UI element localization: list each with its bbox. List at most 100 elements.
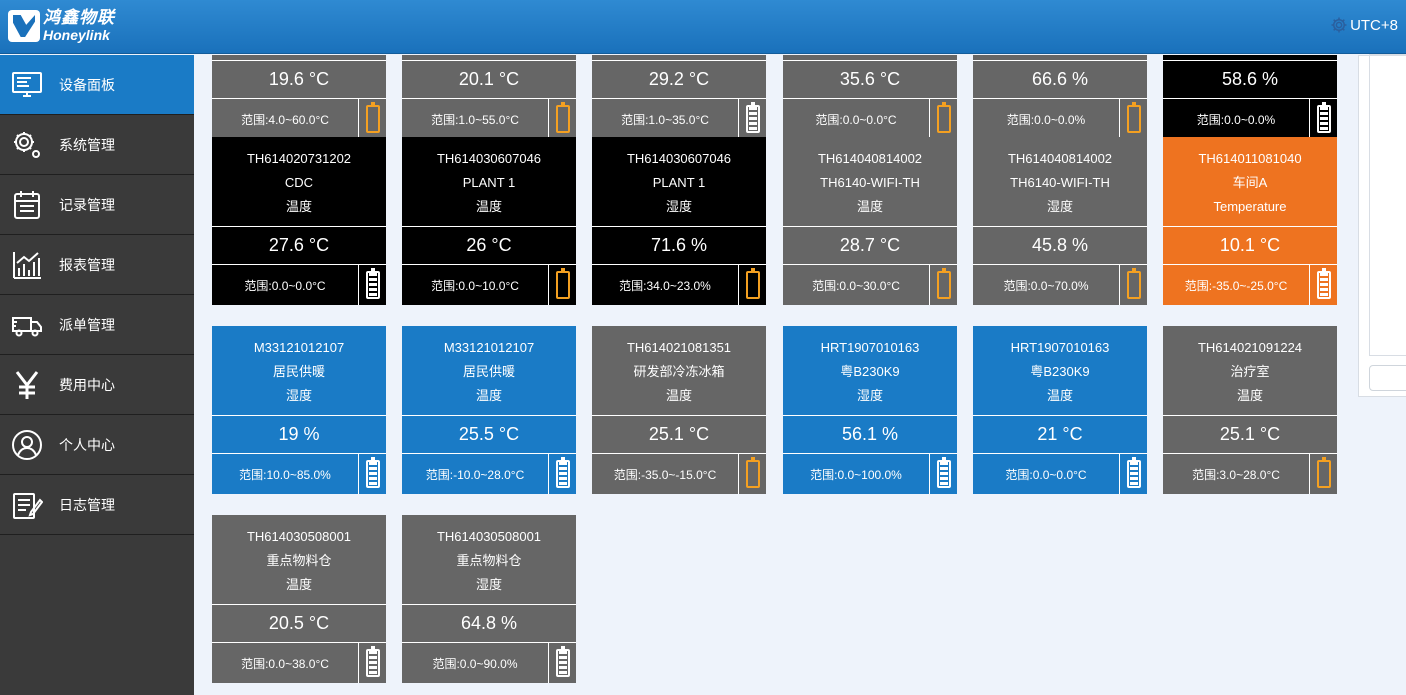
device-id: TH614040814002: [817, 151, 923, 166]
device-range: 范围:-35.0~-15.0°C: [613, 467, 717, 482]
device-card[interactable]: TH614030508001 重点物料仓 温度 20.5 °C 范围:0.0~38.…: [212, 515, 386, 683]
sidebar-item-device-panel[interactable]: 设备面板: [0, 55, 194, 115]
device-card[interactable]: 58.6 % 范围:0.0~0.0%: [1163, 55, 1337, 139]
sidebar-item-reports[interactable]: 报表管理: [0, 235, 194, 295]
device-card[interactable]: TH614030607046 PLANT 1 湿度 71.6 % 范围:34.0~2…: [592, 137, 766, 305]
device-name: 重点物料仓: [266, 553, 332, 568]
logo-text-cn: 鸿鑫物联: [43, 8, 115, 28]
sidebar-item-billing[interactable]: 费用中心: [0, 355, 194, 415]
battery-low-icon: [936, 268, 951, 299]
sidebar-item-system[interactable]: 系统管理: [0, 115, 194, 175]
device-card[interactable]: TH614040814002 TH6140-WIFI-TH 湿度 45.8 % 范围…: [973, 137, 1147, 305]
device-value: 64.8 %: [402, 604, 576, 643]
device-name: 车间A: [1232, 175, 1268, 190]
device-name: 粤B230K9: [840, 364, 900, 379]
sidebar-item-label: 派单管理: [59, 317, 115, 334]
device-id: TH614040814002: [1007, 151, 1113, 166]
device-range: 范围:0.0~100.0%: [810, 467, 902, 482]
device-value: 19 %: [212, 415, 386, 454]
battery-full-icon: [1126, 457, 1141, 488]
battery-low-icon: [1126, 102, 1141, 133]
device-id: M33121012107: [253, 340, 345, 355]
device-name: TH6140-WIFI-TH: [1010, 175, 1110, 190]
sidebar-item-logs[interactable]: 日志管理: [0, 475, 194, 535]
device-range: 范围:34.0~23.0%: [619, 278, 711, 293]
device-range: 范围:10.0~85.0%: [239, 467, 331, 482]
device-value: 10.1 °C: [1163, 226, 1337, 265]
device-name: 居民供暖: [462, 364, 515, 379]
device-id: TH614030607046: [626, 151, 732, 166]
device-id: TH614021081351: [626, 340, 732, 355]
device-range: 范围:0.0~38.0°C: [241, 656, 329, 671]
side-panel-button[interactable]: [1369, 365, 1406, 391]
device-card[interactable]: 20.1 °C 范围:1.0~55.0°C: [402, 55, 576, 139]
sidebar-item-label: 费用中心: [59, 377, 115, 394]
device-card[interactable]: TH614021081351 研发部冷冻冰箱 温度 25.1 °C 范围:-35.0…: [592, 326, 766, 494]
device-value: 66.6 %: [973, 60, 1147, 99]
device-card[interactable]: TH614021091224 治疗室 温度 25.1 °C 范围:3.0~28.0°…: [1163, 326, 1337, 494]
device-name: 治疗室: [1230, 364, 1270, 379]
timezone-selector[interactable]: UTC+8: [1330, 16, 1398, 34]
sidebar-item-label: 系统管理: [59, 137, 115, 154]
device-range: 范围:0.0~10.0°C: [431, 278, 519, 293]
battery-full-icon: [1316, 102, 1331, 133]
device-value: 45.8 %: [973, 226, 1147, 265]
device-card[interactable]: 35.6 °C 范围:0.0~0.0°C: [783, 55, 957, 139]
device-type: 湿度: [1046, 199, 1073, 214]
device-range: 范围:0.0~30.0°C: [812, 278, 900, 293]
device-type: 湿度: [475, 577, 502, 592]
battery-low-icon: [365, 102, 380, 133]
device-card[interactable]: TH614011081040 车间A Temperature 10.1 °C 范围:…: [1163, 137, 1337, 305]
device-range: 范围:1.0~35.0°C: [621, 112, 709, 127]
device-name: CDC: [284, 175, 314, 190]
sidebar-item-dispatch[interactable]: 派单管理: [0, 295, 194, 355]
device-value: 35.6 °C: [783, 60, 957, 99]
battery-full-icon: [365, 646, 380, 677]
battery-full-icon: [745, 102, 760, 133]
device-card[interactable]: 29.2 °C 范围:1.0~35.0°C: [592, 55, 766, 139]
device-name: 居民供暖: [272, 364, 325, 379]
device-range: 范围:0.0~70.0%: [1003, 278, 1089, 293]
device-id: TH614030508001: [246, 529, 352, 544]
device-card[interactable]: HRT1907010163 粤B230K9 温度 21 °C 范围:0.0~0.0°…: [973, 326, 1147, 494]
device-card[interactable]: 19.6 °C 范围:4.0~60.0°C: [212, 55, 386, 139]
user-icon: [10, 428, 44, 462]
battery-full-icon: [936, 457, 951, 488]
device-value: 21 °C: [973, 415, 1147, 454]
battery-low-icon: [745, 268, 760, 299]
battery-full-icon: [365, 268, 380, 299]
device-card[interactable]: TH614040814002 TH6140-WIFI-TH 温度 28.7 °C 范…: [783, 137, 957, 305]
device-value: 20.1 °C: [402, 60, 576, 99]
device-card[interactable]: TH614030508001 重点物料仓 湿度 64.8 % 范围:0.0~90.0…: [402, 515, 576, 683]
sidebar: 设备面板 系统管理 记录管理 报表管理 派单管理 费用中心 个人中心 日志管理: [0, 55, 194, 695]
device-range: 范围:0.0~0.0%: [1006, 112, 1086, 127]
device-card[interactable]: 66.6 % 范围:0.0~0.0%: [973, 55, 1147, 139]
sidebar-item-label: 记录管理: [59, 197, 115, 214]
device-range: 范围:-35.0~-25.0°C: [1184, 278, 1288, 293]
device-id: TH614020731202: [246, 151, 352, 166]
device-card[interactable]: TH614020731202 CDC 温度 27.6 °C 范围:0.0~0.0°C: [212, 137, 386, 305]
device-value: 25.1 °C: [592, 415, 766, 454]
device-card[interactable]: M33121012107 居民供暖湿度 19 % 范围:10.0~85.0%: [212, 326, 386, 494]
device-card[interactable]: HRT1907010163 粤B230K9 湿度 56.1 % 范围:0.0~100…: [783, 326, 957, 494]
side-info-panel: [1358, 54, 1406, 397]
device-type: 湿度: [665, 199, 692, 214]
sidebar-item-records[interactable]: 记录管理: [0, 175, 194, 235]
device-range: 范围:1.0~55.0°C: [431, 112, 519, 127]
logo: 鸿鑫物联 Honeylink: [8, 9, 115, 43]
device-range: 范围:0.0~0.0°C: [815, 112, 897, 127]
device-card[interactable]: TH614030607046 PLANT 1 温度 26 °C 范围:0.0~10.…: [402, 137, 576, 305]
battery-low-icon: [1126, 268, 1141, 299]
device-type: 温度: [1236, 388, 1263, 403]
battery-low-icon: [555, 268, 570, 299]
sidebar-item-profile[interactable]: 个人中心: [0, 415, 194, 475]
device-type: 湿度: [285, 388, 312, 403]
device-type: 湿度: [856, 388, 883, 403]
device-card[interactable]: M33121012107 居民供暖 温度 25.5 °C 范围:-10.0~28.0…: [402, 326, 576, 494]
device-type: 温度: [665, 388, 692, 403]
battery-full-icon: [1316, 268, 1331, 299]
device-type: 温度: [475, 388, 502, 403]
device-range: 范围:0.0~0.0°C: [1005, 467, 1087, 482]
device-value: 27.6 °C: [212, 226, 386, 265]
logo-text-en: Honeylink: [43, 27, 110, 43]
